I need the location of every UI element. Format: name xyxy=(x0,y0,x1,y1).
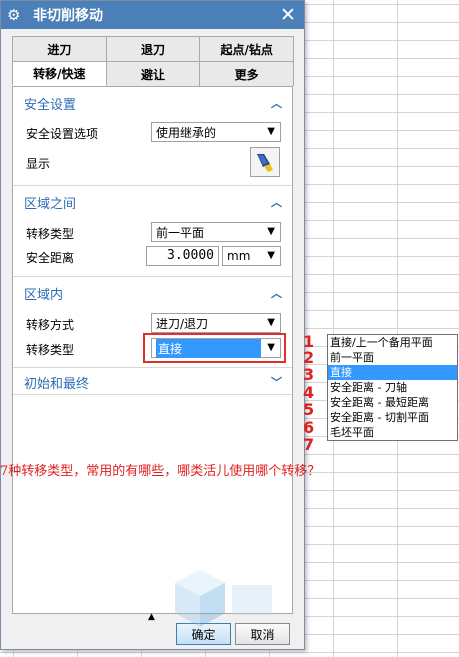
divider xyxy=(13,394,292,395)
transfer-type-dropdown: 直接/上一个备用平面 前一平面 直接 安全距离 - 刀轴 安全距离 - 最短距离… xyxy=(327,334,458,441)
unit-select[interactable]: mm ▼ xyxy=(222,246,281,266)
annotation-number: 3 xyxy=(303,365,315,384)
section-between-regions-header[interactable]: 区域之间 ︿ xyxy=(13,191,292,213)
tab-retract[interactable]: 退刀 xyxy=(105,36,201,61)
dropdown-arrow-icon: ▼ xyxy=(267,226,275,237)
within-transfer-type-label: 转移类型 xyxy=(26,343,75,357)
watermark-cube-icon xyxy=(175,570,272,627)
dropdown-option[interactable]: 安全距离 - 切割平面 xyxy=(328,410,457,425)
dropdown-option[interactable]: 前一平面 xyxy=(328,350,457,365)
tab-row-1: 进刀 退刀 起点/钻点 xyxy=(12,36,295,61)
dialog-title: 非切削移动 xyxy=(33,8,103,24)
safety-option-select[interactable]: 使用继承的 ▼ xyxy=(151,122,281,142)
transfer-method-label: 转移方式 xyxy=(26,318,75,332)
section-initial-final-header[interactable]: 初始和最终 ﹀ xyxy=(13,371,292,393)
divider xyxy=(13,185,292,186)
between-transfer-type-label: 转移类型 xyxy=(26,227,75,241)
tab-start-drill-points[interactable]: 起点/钻点 xyxy=(199,36,295,61)
section-within-region-header[interactable]: 区域内 ︿ xyxy=(13,282,292,304)
dropdown-arrow-icon: ▼ xyxy=(267,317,275,328)
title-bar: ⚙ 非切削移动 ✕ xyxy=(1,1,304,29)
chevron-up-icon[interactable]: ︿ xyxy=(271,194,282,210)
section-title: 安全设置 xyxy=(24,97,77,113)
chevron-up-icon[interactable]: ︿ xyxy=(271,285,282,301)
dropdown-option[interactable]: 直接/上一个备用平面 xyxy=(328,335,457,350)
annotation-question: 7种转移类型，常用的有哪些，哪类活儿使用哪个转移？ xyxy=(0,464,321,479)
scroll-up-icon[interactable]: ▲ xyxy=(148,612,155,622)
gear-icon: ⚙ xyxy=(7,6,21,24)
annotation-number: 5 xyxy=(303,400,315,419)
tab-row-2: 转移/快速 避让 更多 xyxy=(12,61,295,86)
select-value: 前一平面 xyxy=(156,225,205,240)
display-label: 显示 xyxy=(26,157,51,171)
tab-more[interactable]: 更多 xyxy=(199,61,295,86)
select-value: 进刀/退刀 xyxy=(156,316,209,331)
tab-avoidance[interactable]: 避让 xyxy=(105,61,201,86)
tab-transfer-rapid[interactable]: 转移/快速 xyxy=(12,61,107,86)
tab-engage[interactable]: 进刀 xyxy=(12,36,107,61)
dropdown-option[interactable]: 毛坯平面 xyxy=(328,425,457,440)
tab-strip: 进刀 退刀 起点/钻点 转移/快速 避让 更多 xyxy=(12,36,295,86)
section-safety-header[interactable]: 安全设置 ︿ xyxy=(13,92,292,114)
section-title: 区域内 xyxy=(24,287,64,303)
transfer-method-select[interactable]: 进刀/退刀 ▼ xyxy=(151,313,281,333)
flashlight-icon[interactable] xyxy=(250,147,280,177)
select-value: 使用继承的 xyxy=(156,125,217,140)
highlight-box xyxy=(143,333,286,363)
chevron-up-icon[interactable]: ︿ xyxy=(271,95,282,111)
dropdown-arrow-icon: ▼ xyxy=(267,126,275,137)
select-value: mm xyxy=(227,249,251,263)
dropdown-option[interactable]: 安全距离 - 刀轴 xyxy=(328,380,457,395)
divider xyxy=(13,367,292,368)
clearance-distance-label: 安全距离 xyxy=(26,251,75,265)
clearance-distance-input[interactable]: 3.0000 xyxy=(146,246,219,266)
dropdown-option[interactable]: 安全距离 - 最短距离 xyxy=(328,395,457,410)
dropdown-option-selected[interactable]: 直接 xyxy=(328,365,457,380)
dropdown-arrow-icon: ▼ xyxy=(267,250,275,261)
section-title: 区域之间 xyxy=(24,196,77,212)
safety-option-label: 安全设置选项 xyxy=(26,127,99,141)
annotation-number: 7 xyxy=(303,435,315,454)
flashlight-svg xyxy=(257,154,273,172)
divider xyxy=(13,276,292,277)
non-cutting-moves-dialog: ⚙ 非切削移动 ✕ 进刀 退刀 起点/钻点 转移/快速 避让 更多 安全设置 ︿… xyxy=(0,0,305,650)
close-icon[interactable]: ✕ xyxy=(278,4,298,26)
chevron-down-icon[interactable]: ﹀ xyxy=(271,374,282,390)
section-title: 初始和最终 xyxy=(24,376,90,392)
between-transfer-type-select[interactable]: 前一平面 ▼ xyxy=(151,222,281,242)
